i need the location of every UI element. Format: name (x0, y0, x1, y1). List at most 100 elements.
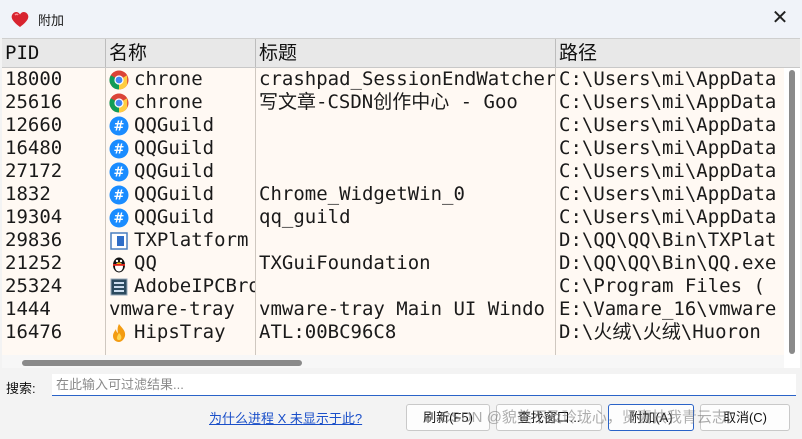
path-cell-text: D:\QQ\QQ\Bin\QQ.exe (559, 252, 777, 274)
qqguild-icon: # (109, 185, 129, 205)
vertical-scroll-thumb[interactable] (789, 70, 795, 354)
table-body: 18000 chrone crashpad_SessionEndWatcher C:\… (2, 68, 784, 355)
path-cell: C:\Users\mi\AppData (556, 68, 784, 91)
process-name-cell-text: QQGuild (134, 114, 215, 136)
pid-cell-text: 25324 (5, 275, 63, 297)
window-title: 附加 (38, 13, 65, 28)
title-bar: 附加 ✕ (0, 0, 802, 38)
table-row[interactable]: 29836 TXPlatform D:\QQ\QQ\Bin\TXPlat (2, 229, 784, 252)
process-name-cell-text: QQ (134, 252, 157, 274)
pid-cell-text: 25616 (5, 91, 63, 113)
pid-cell-text: 21252 (5, 252, 63, 274)
vertical-scrollbar[interactable] (786, 70, 798, 354)
table-header: PID 名称 标题 路径 (2, 39, 800, 68)
table-row[interactable]: 1444 vmware-tray vmware-tray Main UI Windo… (2, 298, 784, 321)
column-header-name[interactable]: 名称 (106, 39, 256, 67)
process-name-cell: chrone (106, 91, 255, 114)
pid-cell: 18000 (2, 68, 105, 91)
svg-text:#: # (114, 166, 125, 181)
qqguild-icon: # (109, 162, 129, 182)
process-name-cell: TXPlatform (106, 229, 255, 252)
path-cell: C:\Users\mi\AppData (556, 206, 784, 229)
path-cell-text: C:\Program Files ( (559, 275, 765, 297)
path-cell: C:\Users\mi\AppData (556, 183, 784, 206)
path-cell: C:\Users\mi\AppData (556, 114, 784, 137)
pid-cell-text: 1444 (5, 298, 51, 320)
pid-cell: 1444 (2, 298, 105, 321)
process-name-cell: # QQGuild (106, 137, 255, 160)
process-name-cell-text: vmware-tray (109, 298, 235, 320)
svg-text:#: # (114, 189, 125, 204)
column-header-path[interactable]: 路径 (556, 39, 800, 67)
pid-cell: 16476 (2, 321, 105, 344)
horizontal-scrollbar[interactable] (2, 355, 784, 368)
search-input[interactable] (52, 374, 796, 396)
pid-cell: 19304 (2, 206, 105, 229)
svg-text:#: # (114, 212, 125, 227)
path-cell: D:\QQ\QQ\Bin\QQ.exe (556, 252, 784, 275)
path-cell: D:\火绒\火绒\Huoron (556, 321, 784, 344)
table-row[interactable]: 25324 AdobeIPCBro C:\Program Files ( (2, 275, 784, 298)
path-cell-text: D:\火绒\火绒\Huoron (559, 321, 761, 343)
search-label: 搜索: (6, 381, 36, 396)
process-name-cell: # QQGuild (106, 206, 255, 229)
process-name-cell-text: QQGuild (134, 137, 215, 159)
pid-cell-text: 19304 (5, 206, 63, 228)
table-row[interactable]: 12660 # QQGuild C:\Users\mi\AppData (2, 114, 784, 137)
window-title-cell: crashpad_SessionEndWatcher (256, 68, 555, 91)
window-title-cell: Chrome_WidgetWin_0 (256, 183, 555, 206)
attach-button[interactable]: 附加(A) (608, 404, 694, 431)
process-name-cell: AdobeIPCBro (106, 275, 255, 298)
table-row[interactable]: 19304 # QQGuild qq_guild C:\Users\mi\AppData (2, 206, 784, 229)
path-cell-text: C:\Users\mi\AppData (559, 114, 777, 136)
find-window-button[interactable]: 查找窗口... (496, 404, 602, 431)
close-button[interactable]: ✕ (770, 7, 790, 29)
table-row[interactable]: 16480 # QQGuild C:\Users\mi\AppData (2, 137, 784, 160)
path-cell-text: E:\Vamare_16\vmware (559, 298, 777, 320)
why-process-not-shown-link[interactable]: 为什么进程 X 未显示于此? (209, 408, 362, 427)
pid-cell: 29836 (2, 229, 105, 252)
window-title-cell: vmware-tray Main UI Windo (256, 298, 555, 321)
pid-cell: 21252 (2, 252, 105, 275)
path-cell: E:\Vamare_16\vmware (556, 298, 784, 321)
column-header-title[interactable]: 标题 (256, 39, 556, 67)
path-cell-text: C:\Users\mi\AppData (559, 183, 777, 205)
table-row[interactable]: 16476 HipsTray ATL:00BC96C8 D:\火绒\火绒\Huoron (2, 321, 784, 344)
window-title-cell (256, 137, 555, 160)
pid-cell: 12660 (2, 114, 105, 137)
path-cell-text: C:\Users\mi\AppData (559, 160, 777, 182)
pid-cell-text: 1832 (5, 183, 51, 205)
qqguild-icon: # (109, 116, 129, 136)
heart-app-icon (11, 12, 29, 27)
window-title-cell (256, 160, 555, 183)
table-row[interactable]: 18000 chrone crashpad_SessionEndWatcher C:\… (2, 68, 784, 91)
path-cell-text: C:\Users\mi\AppData (559, 91, 777, 113)
pid-cell: 27172 (2, 160, 105, 183)
process-name-cell: # QQGuild (106, 183, 255, 206)
chrome-icon (109, 70, 129, 90)
pid-cell: 25324 (2, 275, 105, 298)
table-row[interactable]: 25616 chrone 写文章-CSDN创作中心 - Goo C:\Users\mi… (2, 91, 784, 114)
horizontal-scroll-thumb[interactable] (22, 360, 302, 366)
process-name-cell: # QQGuild (106, 160, 255, 183)
window-title-cell: 写文章-CSDN创作中心 - Goo (256, 91, 555, 114)
process-name-cell-text: TXPlatform (134, 229, 249, 251)
pid-cell-text: 12660 (5, 114, 63, 136)
window-title-cell-text: ATL:00BC96C8 (259, 321, 397, 343)
path-cell: C:\Users\mi\AppData (556, 160, 784, 183)
table-row[interactable]: 21252 QQ TXGuiFoundation D:\QQ\QQ\Bin\QQ.ex… (2, 252, 784, 275)
table-row[interactable]: 27172 # QQGuild C:\Users\mi\AppData (2, 160, 784, 183)
process-name-cell-text: chrone (134, 91, 203, 113)
window-title-cell-text: 写文章-CSDN创作中心 - Goo (259, 91, 518, 113)
table-row[interactable]: 1832 # QQGuild Chrome_WidgetWin_0 C:\Users\m… (2, 183, 784, 206)
pid-cell-text: 29836 (5, 229, 63, 251)
column-header-pid[interactable]: PID (2, 39, 106, 67)
process-name-cell-text: QQGuild (134, 183, 215, 205)
pid-cell: 25616 (2, 91, 105, 114)
path-cell-text: C:\Users\mi\AppData (559, 137, 777, 159)
process-name-cell: vmware-tray (106, 298, 255, 321)
refresh-button[interactable]: 刷新(F5) (406, 404, 490, 431)
cancel-button[interactable]: 取消(C) (700, 404, 790, 431)
pid-cell-text: 16480 (5, 137, 63, 159)
pid-cell: 16480 (2, 137, 105, 160)
